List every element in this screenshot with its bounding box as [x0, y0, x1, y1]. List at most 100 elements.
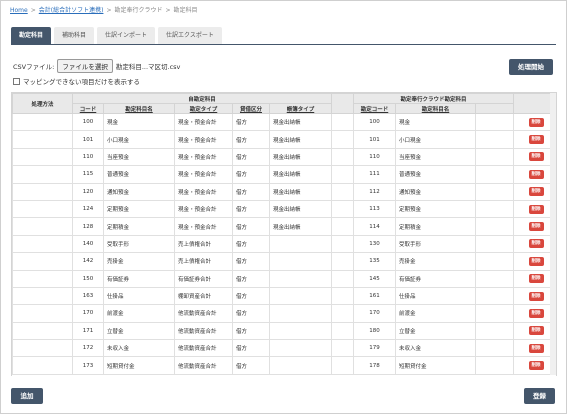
blank-header [474, 103, 515, 114]
register-button[interactable]: 登録 [524, 388, 555, 404]
tab-sub-accounts[interactable]: 補助科目 [54, 27, 95, 44]
delete-row-button[interactable]: 削除 [528, 204, 544, 214]
add-button[interactable]: 追加 [11, 388, 43, 404]
method-cell [12, 269, 73, 288]
code-cell: 120 [72, 182, 104, 201]
balance-side-header[interactable]: 貸借区分 [232, 103, 270, 114]
table-row: 172 未収入金 他流動資産合計 借方 179 未収入金 削除 [12, 339, 556, 358]
bugyo-account-name-header[interactable]: 勘定科目名 [395, 103, 476, 114]
method-cell [12, 339, 73, 358]
unmapped-filter-row: マッピングできない項目だけを表示する [13, 76, 140, 86]
delete-row-button[interactable]: 削除 [528, 222, 544, 232]
ledger-type-cell [269, 286, 332, 306]
delete-row-button[interactable]: 削除 [528, 239, 544, 249]
method-cell [12, 286, 73, 306]
bugyo-code-header[interactable]: 勘定コード [353, 103, 396, 114]
blank-cell [474, 234, 515, 254]
code-cell: 110 [72, 147, 104, 167]
source-accounts-group-header: 自勘定科目 [72, 93, 332, 104]
balance-side-cell: 借方 [232, 182, 270, 201]
code-cell: 124 [72, 199, 104, 219]
process-start-button[interactable]: 処理開始 [509, 59, 553, 75]
delete-row-button[interactable]: 削除 [528, 117, 544, 127]
ledger-type-cell: 現金出納帳 [269, 217, 332, 236]
account-type-cell: 棚卸資産合計 [174, 286, 233, 306]
breadcrumb-accounting-link[interactable]: 会計(総合計ソフト連携) [39, 7, 104, 14]
tab-journal-export[interactable]: 仕訳エクスポート [158, 27, 222, 44]
spacer-cell [331, 147, 354, 167]
account-name-header[interactable]: 勘定科目名 [103, 103, 175, 114]
ledger-type-cell: 現金出納帳 [269, 112, 332, 132]
bugyo-account-name-cell: 売掛金 [395, 252, 476, 271]
method-cell [12, 304, 73, 323]
bugyo-code-cell: 178 [353, 356, 396, 375]
account-type-cell: 他流動資産合計 [174, 356, 233, 375]
delete-row-button[interactable]: 削除 [528, 291, 544, 301]
code-cell: 140 [72, 234, 104, 254]
table-scrollbar[interactable] [550, 93, 556, 375]
bugyo-code-cell: 110 [353, 147, 396, 167]
account-type-cell: 現金・預金合計 [174, 112, 233, 132]
delete-row-button[interactable]: 削除 [528, 169, 544, 179]
blank-cell [474, 130, 515, 149]
mapping-table-container[interactable]: 処理方法 自勘定科目 勘定奉行クラウド勘定科目 コード 勘定科目名 勘定タイプ … [11, 92, 557, 376]
bugyo-code-cell: 145 [353, 269, 396, 288]
ledger-type-cell [269, 304, 332, 323]
tab-account-items[interactable]: 勘定科目 [11, 27, 52, 44]
code-cell: 163 [72, 286, 104, 306]
bugyo-code-cell: 135 [353, 252, 396, 271]
account-name-cell: 前渡金 [103, 304, 175, 323]
balance-side-cell: 借方 [232, 199, 270, 219]
choose-file-button[interactable]: ファイルを選択 [57, 59, 113, 73]
code-header[interactable]: コード [72, 103, 104, 114]
account-type-cell: 売上債権合計 [174, 234, 233, 254]
bugyo-code-cell: 112 [353, 182, 396, 201]
spacer-cell [331, 165, 354, 184]
ledger-type-header[interactable]: 帳簿タイプ [269, 103, 332, 114]
delete-row-button[interactable]: 削除 [528, 187, 544, 197]
delete-row-button[interactable]: 削除 [528, 361, 544, 371]
account-type-cell: 売上債権合計 [174, 252, 233, 271]
table-row: 101 小口現金 現金・預金合計 借方 現金出納帳 101 小口現金 削除 [12, 130, 556, 149]
table-row: 163 仕掛品 棚卸資産合計 借方 161 仕掛品 削除 [12, 286, 556, 306]
bugyo-account-name-cell: 受取手形 [395, 234, 476, 254]
mapping-rows: 100 現金 現金・預金合計 借方 現金出納帳 100 現金 削除 101 小口現金 現金・預金合計… [12, 112, 556, 375]
account-type-cell: 有価証券合計 [174, 269, 233, 288]
bugyo-account-name-cell: 当座預金 [395, 147, 476, 167]
delete-row-button[interactable]: 削除 [528, 326, 544, 336]
account-type-cell: 現金・預金合計 [174, 130, 233, 149]
account-type-header[interactable]: 勘定タイプ [174, 103, 233, 114]
spacer-header [331, 93, 354, 114]
account-type-cell: 現金・預金合計 [174, 147, 233, 167]
delete-row-button[interactable]: 削除 [528, 308, 544, 318]
spacer-cell [331, 321, 354, 341]
blank-cell [474, 252, 515, 271]
spacer-cell [331, 339, 354, 358]
account-type-cell: 現金・預金合計 [174, 199, 233, 219]
delete-row-button[interactable]: 削除 [528, 152, 544, 162]
spacer-cell [331, 234, 354, 254]
selected-filename: 勘定科目...マ区切.csv [115, 63, 181, 71]
bugyo-code-cell: 111 [353, 165, 396, 184]
account-name-cell: 売掛金 [103, 252, 175, 271]
bugyo-account-name-cell: 現金 [395, 112, 476, 132]
unmapped-only-checkbox[interactable] [13, 77, 20, 85]
ledger-type-cell [269, 339, 332, 358]
table-row: 171 立替金 他流動資産合計 借方 180 立替金 削除 [12, 321, 556, 341]
table-row: 140 受取手形 売上債権合計 借方 130 受取手形 削除 [12, 234, 556, 254]
code-cell: 128 [72, 217, 104, 236]
delete-row-button[interactable]: 削除 [528, 274, 544, 284]
tab-journal-import[interactable]: 仕訳インポート [97, 27, 156, 44]
blank-cell [474, 304, 515, 323]
delete-row-button[interactable]: 削除 [528, 343, 544, 353]
code-cell: 170 [72, 304, 104, 323]
account-name-cell: 有価証券 [103, 269, 175, 288]
table-row: 124 定期預金 現金・預金合計 借方 現金出納帳 113 定期預金 削除 [12, 199, 556, 219]
account-type-cell: 現金・預金合計 [174, 165, 233, 184]
delete-row-button[interactable]: 削除 [528, 135, 544, 145]
delete-row-button[interactable]: 削除 [528, 256, 544, 266]
breadcrumb-home-link[interactable]: Home [10, 7, 28, 14]
spacer-cell [331, 130, 354, 149]
spacer-cell [331, 252, 354, 271]
balance-side-cell: 借方 [232, 234, 270, 254]
